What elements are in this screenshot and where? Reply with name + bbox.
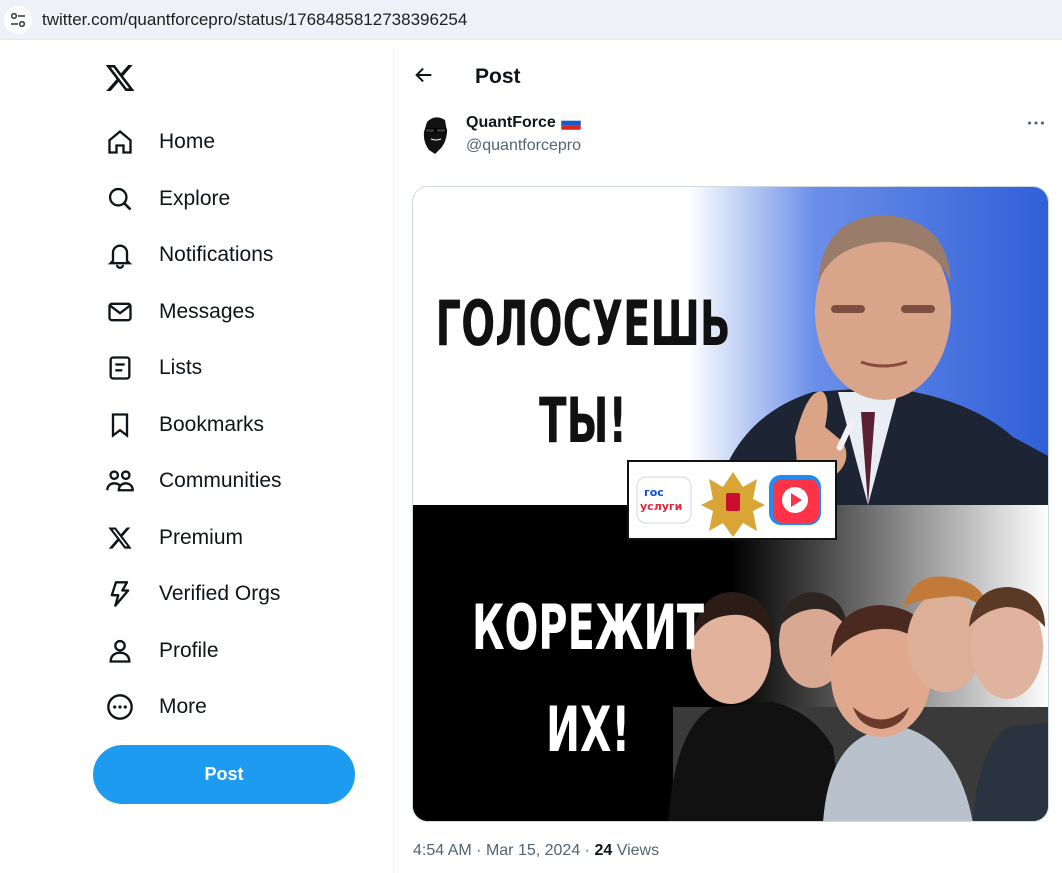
tweet-time[interactable]: 4:54 AM bbox=[413, 842, 472, 859]
sidebar-item-communities[interactable]: Communities bbox=[104, 461, 282, 501]
views-count: 24 bbox=[594, 842, 613, 859]
gosuslugi-logo-text-bottom: услуги bbox=[640, 500, 682, 513]
gosuslugi-logo-text-top: гос bbox=[644, 486, 664, 499]
x-icon bbox=[104, 522, 136, 554]
address-bar[interactable]: twitter.com/quantforcepro/status/1768485… bbox=[0, 0, 1062, 40]
search-icon bbox=[104, 183, 136, 215]
people-icon bbox=[104, 465, 136, 497]
url-text[interactable]: twitter.com/quantforcepro/status/1768485… bbox=[42, 10, 467, 30]
sidebar-item-profile[interactable]: Profile bbox=[104, 631, 219, 671]
browser-bar: twitter.com/quantforcepro/status/1768485… bbox=[0, 0, 1062, 48]
tweet-date[interactable]: Mar 15, 2024 bbox=[486, 842, 580, 859]
home-icon bbox=[104, 126, 136, 158]
tweet-meta: 4:54 AM · Mar 15, 2024 · 24 Views bbox=[413, 842, 660, 859]
sidebar-item-label: Verified Orgs bbox=[159, 582, 281, 605]
sidebar-item-label: Explore bbox=[159, 187, 231, 210]
sidebar-item-label: Home bbox=[159, 130, 216, 153]
sidebar-item-label: Notifications bbox=[159, 243, 274, 266]
sidebar-item-label: Premium bbox=[159, 526, 244, 549]
sidebar-item-label: Messages bbox=[159, 300, 255, 323]
sidebar-item-lists[interactable]: Lists bbox=[104, 348, 202, 388]
sidebar: Home Explore Notifications Messages List… bbox=[0, 48, 394, 873]
sidebar-item-premium[interactable]: Premium bbox=[104, 518, 243, 558]
more-circle-icon bbox=[104, 691, 136, 723]
main-column: Post QuantForce @quantforcepro ГОЛОСУЕШЬ… bbox=[395, 48, 1062, 873]
image-text-line3: КОРЕЖИТ bbox=[472, 591, 704, 664]
image-text-line1: ГОЛОСУЕШЬ bbox=[436, 287, 731, 360]
bell-icon bbox=[104, 239, 136, 271]
sidebar-item-label: Communities bbox=[159, 469, 282, 492]
author-handle[interactable]: @quantforcepro bbox=[466, 137, 581, 155]
vk-video-logo-icon bbox=[769, 475, 821, 525]
list-icon bbox=[104, 352, 136, 384]
sidebar-item-bookmarks[interactable]: Bookmarks bbox=[104, 405, 264, 445]
author-name[interactable]: QuantForce bbox=[466, 114, 581, 132]
russia-flag-icon bbox=[560, 116, 581, 130]
tweet-image[interactable]: ГОЛОСУЕШЬ ТЫ! КОРЕЖИТ ИХ! гос услуги bbox=[412, 186, 1049, 822]
image-text-line2: ТЫ! bbox=[539, 384, 627, 457]
sidebar-item-label: Bookmarks bbox=[159, 413, 265, 436]
avatar[interactable] bbox=[413, 112, 457, 156]
sidebar-item-messages[interactable]: Messages bbox=[104, 292, 255, 332]
x-logo-icon[interactable] bbox=[104, 62, 140, 98]
views-label: Views bbox=[616, 842, 660, 859]
sidebar-item-label: Profile bbox=[159, 639, 219, 662]
sidebar-item-more[interactable]: More bbox=[104, 687, 207, 727]
site-settings-icon[interactable] bbox=[4, 5, 32, 34]
sidebar-item-explore[interactable]: Explore bbox=[104, 179, 230, 219]
envelope-icon bbox=[104, 296, 136, 328]
sidebar-item-label: Lists bbox=[159, 356, 203, 379]
sidebar-item-label: More bbox=[159, 695, 207, 718]
person-icon bbox=[104, 635, 136, 667]
coat-of-arms-icon bbox=[701, 472, 765, 537]
more-options-icon[interactable] bbox=[1025, 112, 1049, 136]
post-button[interactable]: Post bbox=[93, 745, 355, 804]
sidebar-item-verified-orgs[interactable]: Verified Orgs bbox=[104, 574, 280, 614]
image-text-line4: ИХ! bbox=[546, 693, 630, 766]
sidebar-item-notifications[interactable]: Notifications bbox=[104, 235, 273, 275]
back-arrow-icon[interactable] bbox=[413, 64, 437, 88]
page-title: Post bbox=[475, 65, 521, 88]
lightning-icon bbox=[104, 578, 136, 610]
bookmark-icon bbox=[104, 409, 136, 441]
sidebar-item-home[interactable]: Home bbox=[104, 122, 215, 162]
